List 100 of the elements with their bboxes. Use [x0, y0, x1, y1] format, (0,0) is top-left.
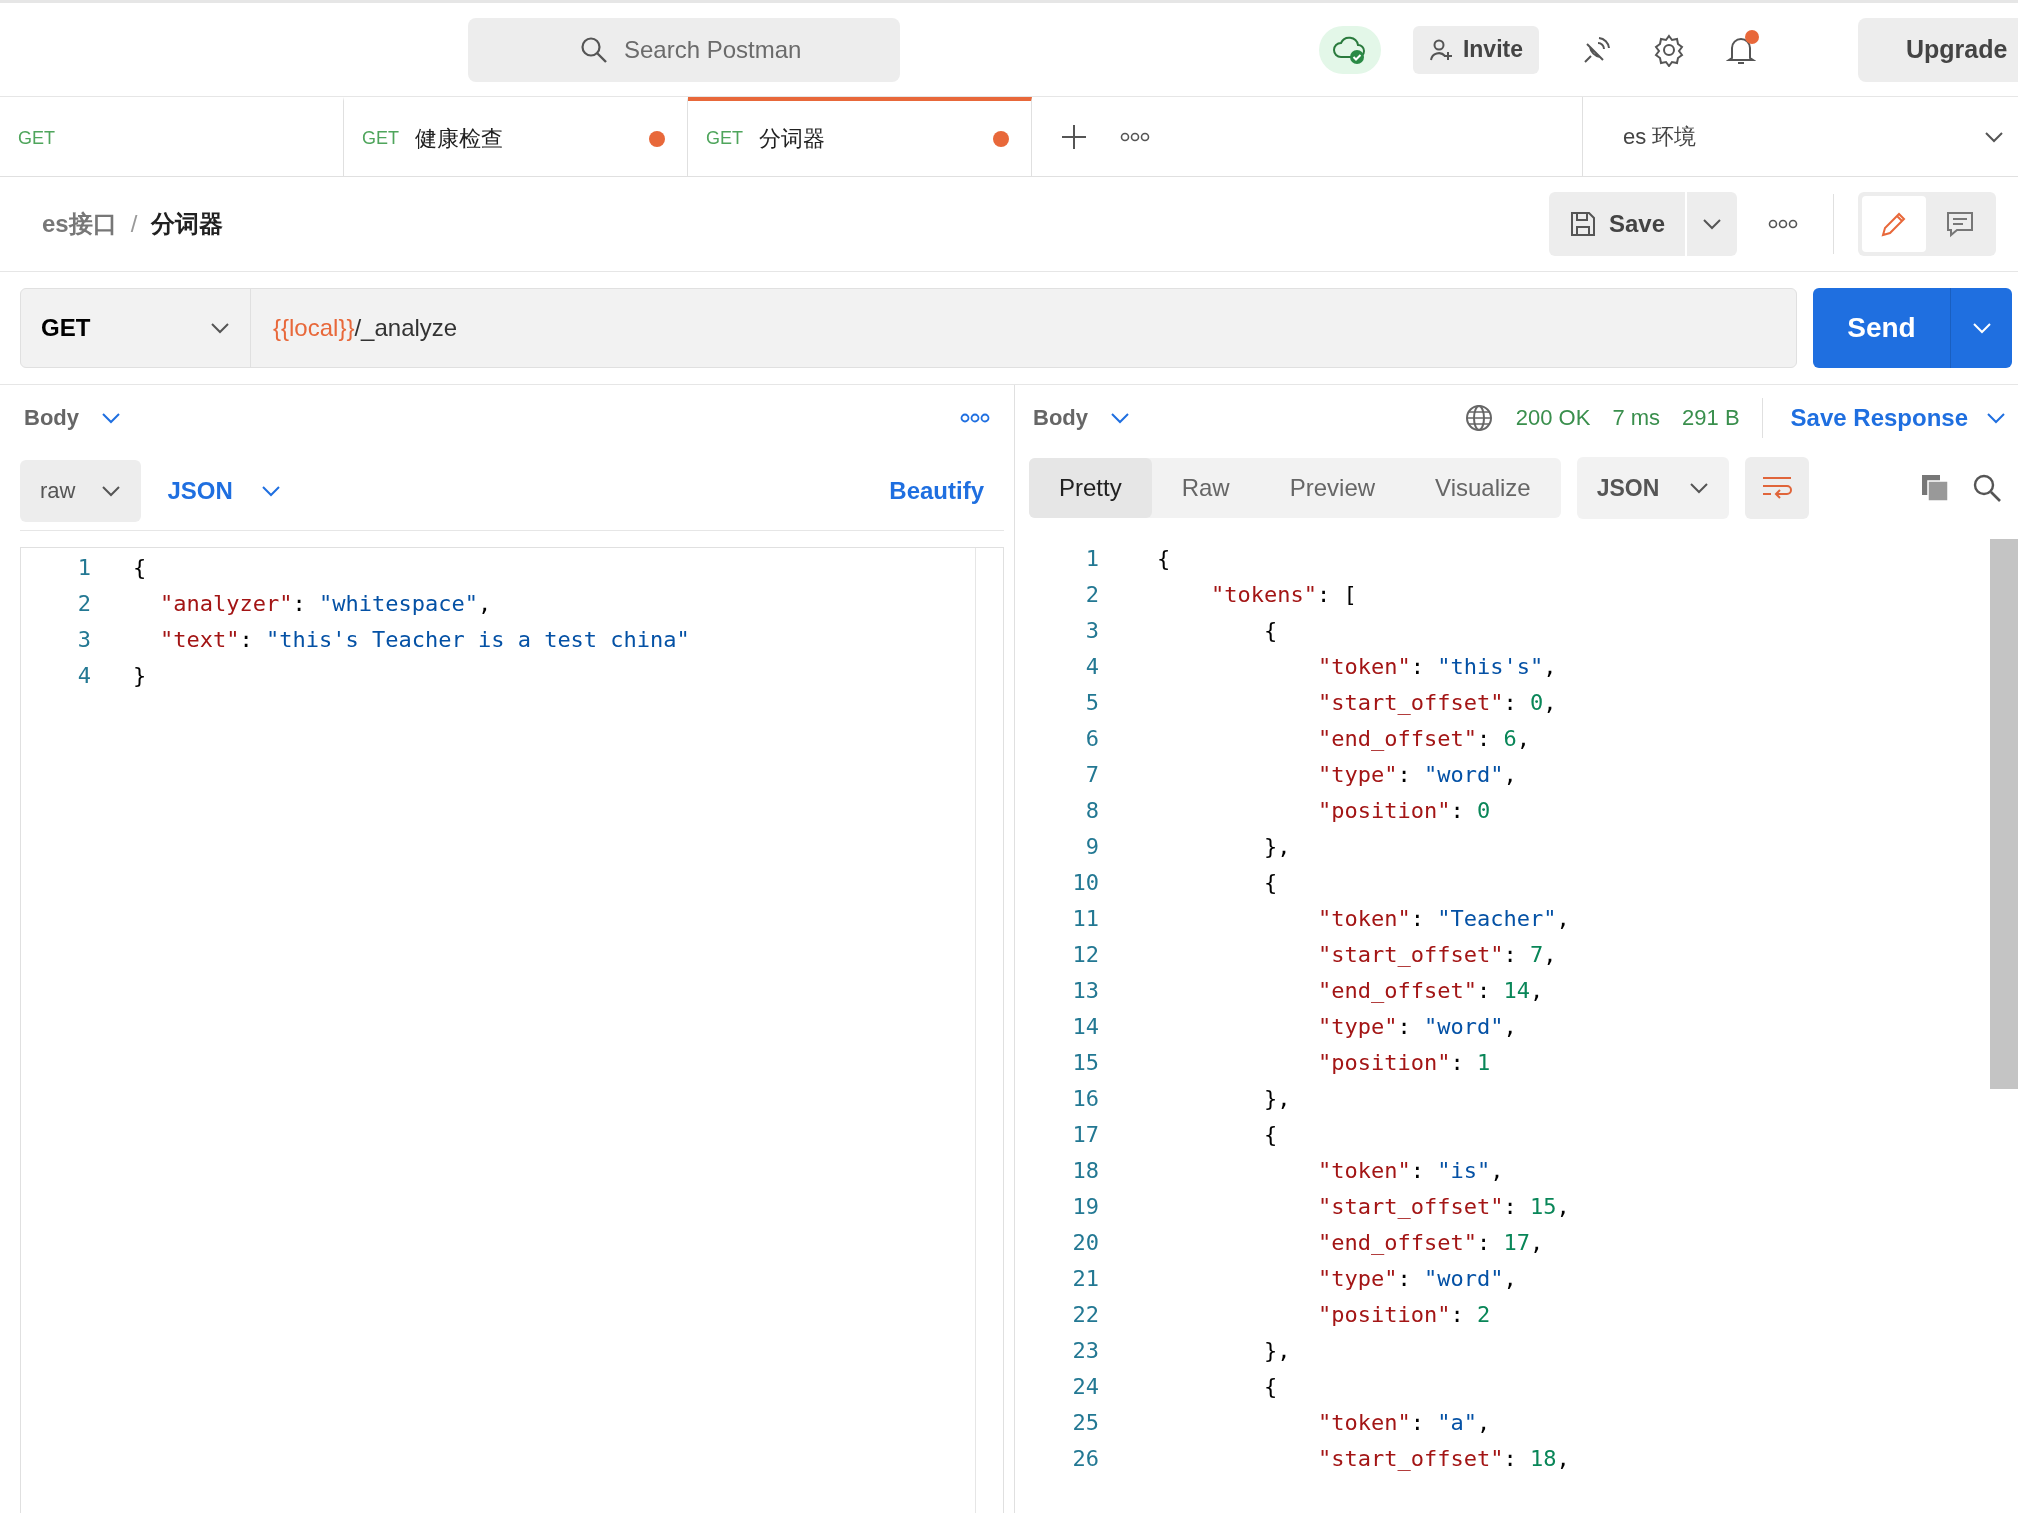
environment-dropdown[interactable]: es 环境 [1582, 97, 2018, 176]
code-line: "start_offset": 0, [1317, 689, 1557, 717]
invite-button[interactable]: Invite [1412, 25, 1539, 74]
code-line: { [1263, 1373, 1278, 1401]
line-number: 3 [76, 626, 91, 654]
status-code[interactable]: 200 OK [1515, 405, 1591, 431]
line-number: 22 [1071, 1301, 1099, 1329]
line-number: 19 [1071, 1193, 1099, 1221]
environment-name: es 环境 [1623, 122, 1697, 151]
code-line: }, [1263, 1085, 1291, 1113]
tab-title: 分词器 [759, 124, 826, 153]
view-tab[interactable]: Raw [1151, 458, 1260, 518]
code-line: "token": "this's", [1317, 653, 1557, 681]
body-mode-dropdown[interactable]: raw [20, 459, 142, 522]
code-line: { [1263, 617, 1278, 645]
line-number: 5 [1084, 689, 1099, 717]
save-button[interactable]: Save [1548, 192, 1685, 256]
line-number: 15 [1071, 1049, 1099, 1077]
comment-icon [1945, 209, 1975, 239]
line-number: 23 [1071, 1337, 1099, 1365]
more-icon[interactable] [960, 413, 990, 423]
method-label: GET [706, 128, 743, 149]
line-number: 4 [1084, 653, 1099, 681]
method-label: GET [362, 128, 399, 149]
line-number: 1 [76, 554, 91, 582]
code-line: "analyzer": "whitespace", [159, 590, 492, 618]
line-number: 25 [1071, 1409, 1099, 1437]
line-number: 2 [1084, 581, 1099, 609]
format-dropdown[interactable]: JSON [1576, 457, 1730, 519]
method-dropdown[interactable]: GET [21, 289, 251, 367]
url-field[interactable]: {{local}}/_analyze [251, 289, 458, 367]
line-number: 26 [1071, 1445, 1099, 1473]
beautify-link[interactable]: Beautify [883, 475, 990, 506]
line-number: 7 [1084, 761, 1099, 789]
add-tab-icon[interactable] [1060, 122, 1088, 151]
wrap-lines-button[interactable] [1745, 457, 1810, 519]
view-tab[interactable]: Pretty [1029, 458, 1152, 518]
code-line: { [133, 554, 147, 582]
code-line: { [1263, 869, 1278, 897]
code-line: "type": "word", [1317, 761, 1517, 789]
code-line: "end_offset": 17, [1317, 1229, 1544, 1257]
breadcrumb-separator: / [130, 210, 138, 238]
code-line: "position": 1 [1317, 1049, 1491, 1077]
save-icon [1568, 210, 1597, 238]
search-icon [580, 35, 608, 64]
view-tab[interactable]: Visualize [1405, 458, 1561, 518]
line-number: 13 [1071, 977, 1099, 1005]
line-number: 2 [76, 590, 91, 618]
search-field[interactable]: Search Postman [468, 17, 900, 82]
code-line: "token": "a", [1317, 1409, 1491, 1437]
copy-icon[interactable] [1920, 473, 1950, 503]
code-line: { [1157, 545, 1171, 573]
line-number: 12 [1071, 941, 1099, 969]
code-line: "tokens": [ [1210, 581, 1357, 609]
body-dropdown[interactable]: Body [20, 405, 121, 431]
line-number: 21 [1071, 1265, 1099, 1293]
collection-link[interactable]: es接口 [42, 208, 117, 240]
upgrade-button[interactable]: Upgrade [1858, 17, 2018, 82]
cloud-check-icon [1331, 34, 1368, 65]
code-line: "end_offset": 14, [1317, 977, 1544, 1005]
line-number: 14 [1071, 1013, 1099, 1041]
response-time[interactable]: 7 ms [1612, 405, 1661, 431]
view-tab[interactable]: Preview [1259, 458, 1406, 518]
send-button[interactable]: Send [1813, 288, 1950, 368]
line-number: 20 [1071, 1229, 1099, 1257]
code-line: "type": "word", [1317, 1013, 1517, 1041]
code-line: "position": 2 [1317, 1301, 1491, 1329]
save-response-dropdown[interactable]: Save Response [1784, 403, 2018, 433]
code-line: "position": 0 [1317, 797, 1491, 825]
code-line: "token": "Teacher", [1317, 905, 1570, 933]
method-label: GET [18, 128, 55, 149]
code-editor[interactable]: 1 { 2 "analyzer": "whitespace", 3 "text": "this's Teacher is a test china" 4 } [20, 547, 1004, 1513]
line-number: 3 [1084, 617, 1099, 645]
add-person-icon [1428, 37, 1453, 62]
search-icon[interactable] [1972, 473, 2002, 503]
code-line: }, [1263, 1337, 1291, 1365]
more-icon[interactable] [1768, 219, 1798, 229]
scrollbar-thumb[interactable] [1990, 539, 2018, 1089]
code-line: "token": "is", [1317, 1157, 1504, 1185]
line-number: 6 [1084, 725, 1099, 753]
request-name: 分词器 [151, 209, 224, 239]
globe-icon[interactable] [1463, 403, 1494, 433]
body-dropdown[interactable]: Body [1029, 405, 1130, 431]
language-dropdown[interactable]: JSON [161, 475, 287, 506]
code-line: "type": "word", [1317, 1265, 1517, 1293]
request-tab[interactable]: GET 分词器 [688, 97, 1032, 176]
edit-mode-button[interactable] [1862, 196, 1926, 252]
code-line: } [133, 662, 147, 690]
code-line: "start_offset": 7, [1317, 941, 1557, 969]
line-number: 11 [1071, 905, 1099, 933]
code-line: { [1263, 1121, 1278, 1149]
code-line: }, [1263, 833, 1291, 861]
line-number: 24 [1071, 1373, 1099, 1401]
code-line: "start_offset": 18, [1317, 1445, 1570, 1473]
response-size[interactable]: 291 B [1682, 405, 1740, 431]
line-number: 4 [76, 662, 91, 690]
more-icon[interactable] [1120, 131, 1150, 142]
sync-status-button[interactable] [1318, 25, 1381, 74]
line-number: 9 [1084, 833, 1099, 861]
wrap-icon [1761, 475, 1794, 501]
